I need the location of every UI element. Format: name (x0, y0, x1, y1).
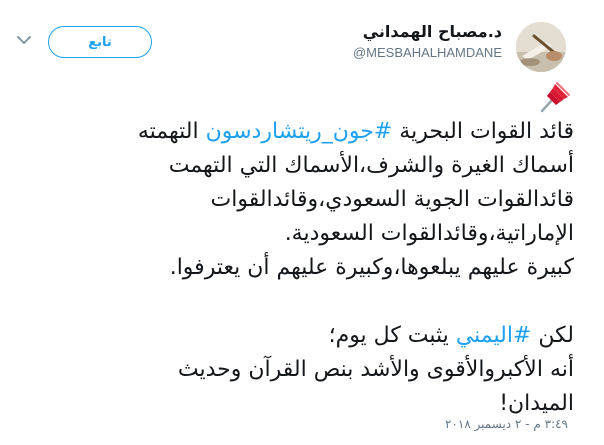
pushpin-icon (540, 82, 570, 113)
avatar[interactable] (516, 22, 566, 72)
tweet-line: كبيرة عليهم يبلعوها،وكبيرة عليهم أن يعتر… (169, 255, 574, 280)
tweet-line: أنه الأكبروالأقوى والأشد بنص القرآن وحدي… (177, 357, 574, 382)
tweet-timestamp[interactable]: ٣:٤٩ م - ٢ ديسمبر ٢٠١٨ (445, 417, 568, 431)
tweet-text-segment: لكن (531, 323, 574, 348)
tweet-text: قائد القوات البحرية #جون_ريتشاردسون الته… (14, 115, 574, 421)
follow-button[interactable]: تابع (48, 26, 152, 58)
display-name[interactable]: د.مصباح الهمداني (353, 22, 502, 42)
tweet-line: الإماراتية،وقائدالقوات السعودية. (284, 221, 574, 246)
tweet-line: قائدالقوات الجوية السعودي،وقائدالقوات (210, 187, 575, 212)
hashtag-link[interactable]: #اليمني (456, 323, 532, 348)
tweet-line: لكن #اليمني يثبت كل يوم؛ (14, 319, 574, 353)
user-handle[interactable]: @MESBAHALHAMDANE (353, 44, 502, 62)
tweet-text-segment: قائد القوات البحرية (392, 119, 574, 144)
tweet-line: الميدان! (499, 391, 574, 416)
chevron-down-icon[interactable] (16, 34, 32, 46)
tweet-card: د.مصباح الهمداني @MESBAHALHAMDANE تابع ق… (0, 0, 604, 445)
tweet-line: أسماك الغيرة والشرف،الأسماك التي التهمت (168, 153, 574, 178)
tweet-line: قائد القوات البحرية #جون_ريتشاردسون الته… (14, 115, 574, 149)
avatar-image (516, 22, 566, 72)
author-block: د.مصباح الهمداني @MESBAHALHAMDANE (353, 22, 502, 62)
tweet-text-segment: يثبت كل يوم؛ (328, 323, 456, 348)
tweet-text-segment: التهمته (137, 119, 206, 144)
hashtag-link[interactable]: #جون_ريتشاردسون (206, 119, 393, 144)
